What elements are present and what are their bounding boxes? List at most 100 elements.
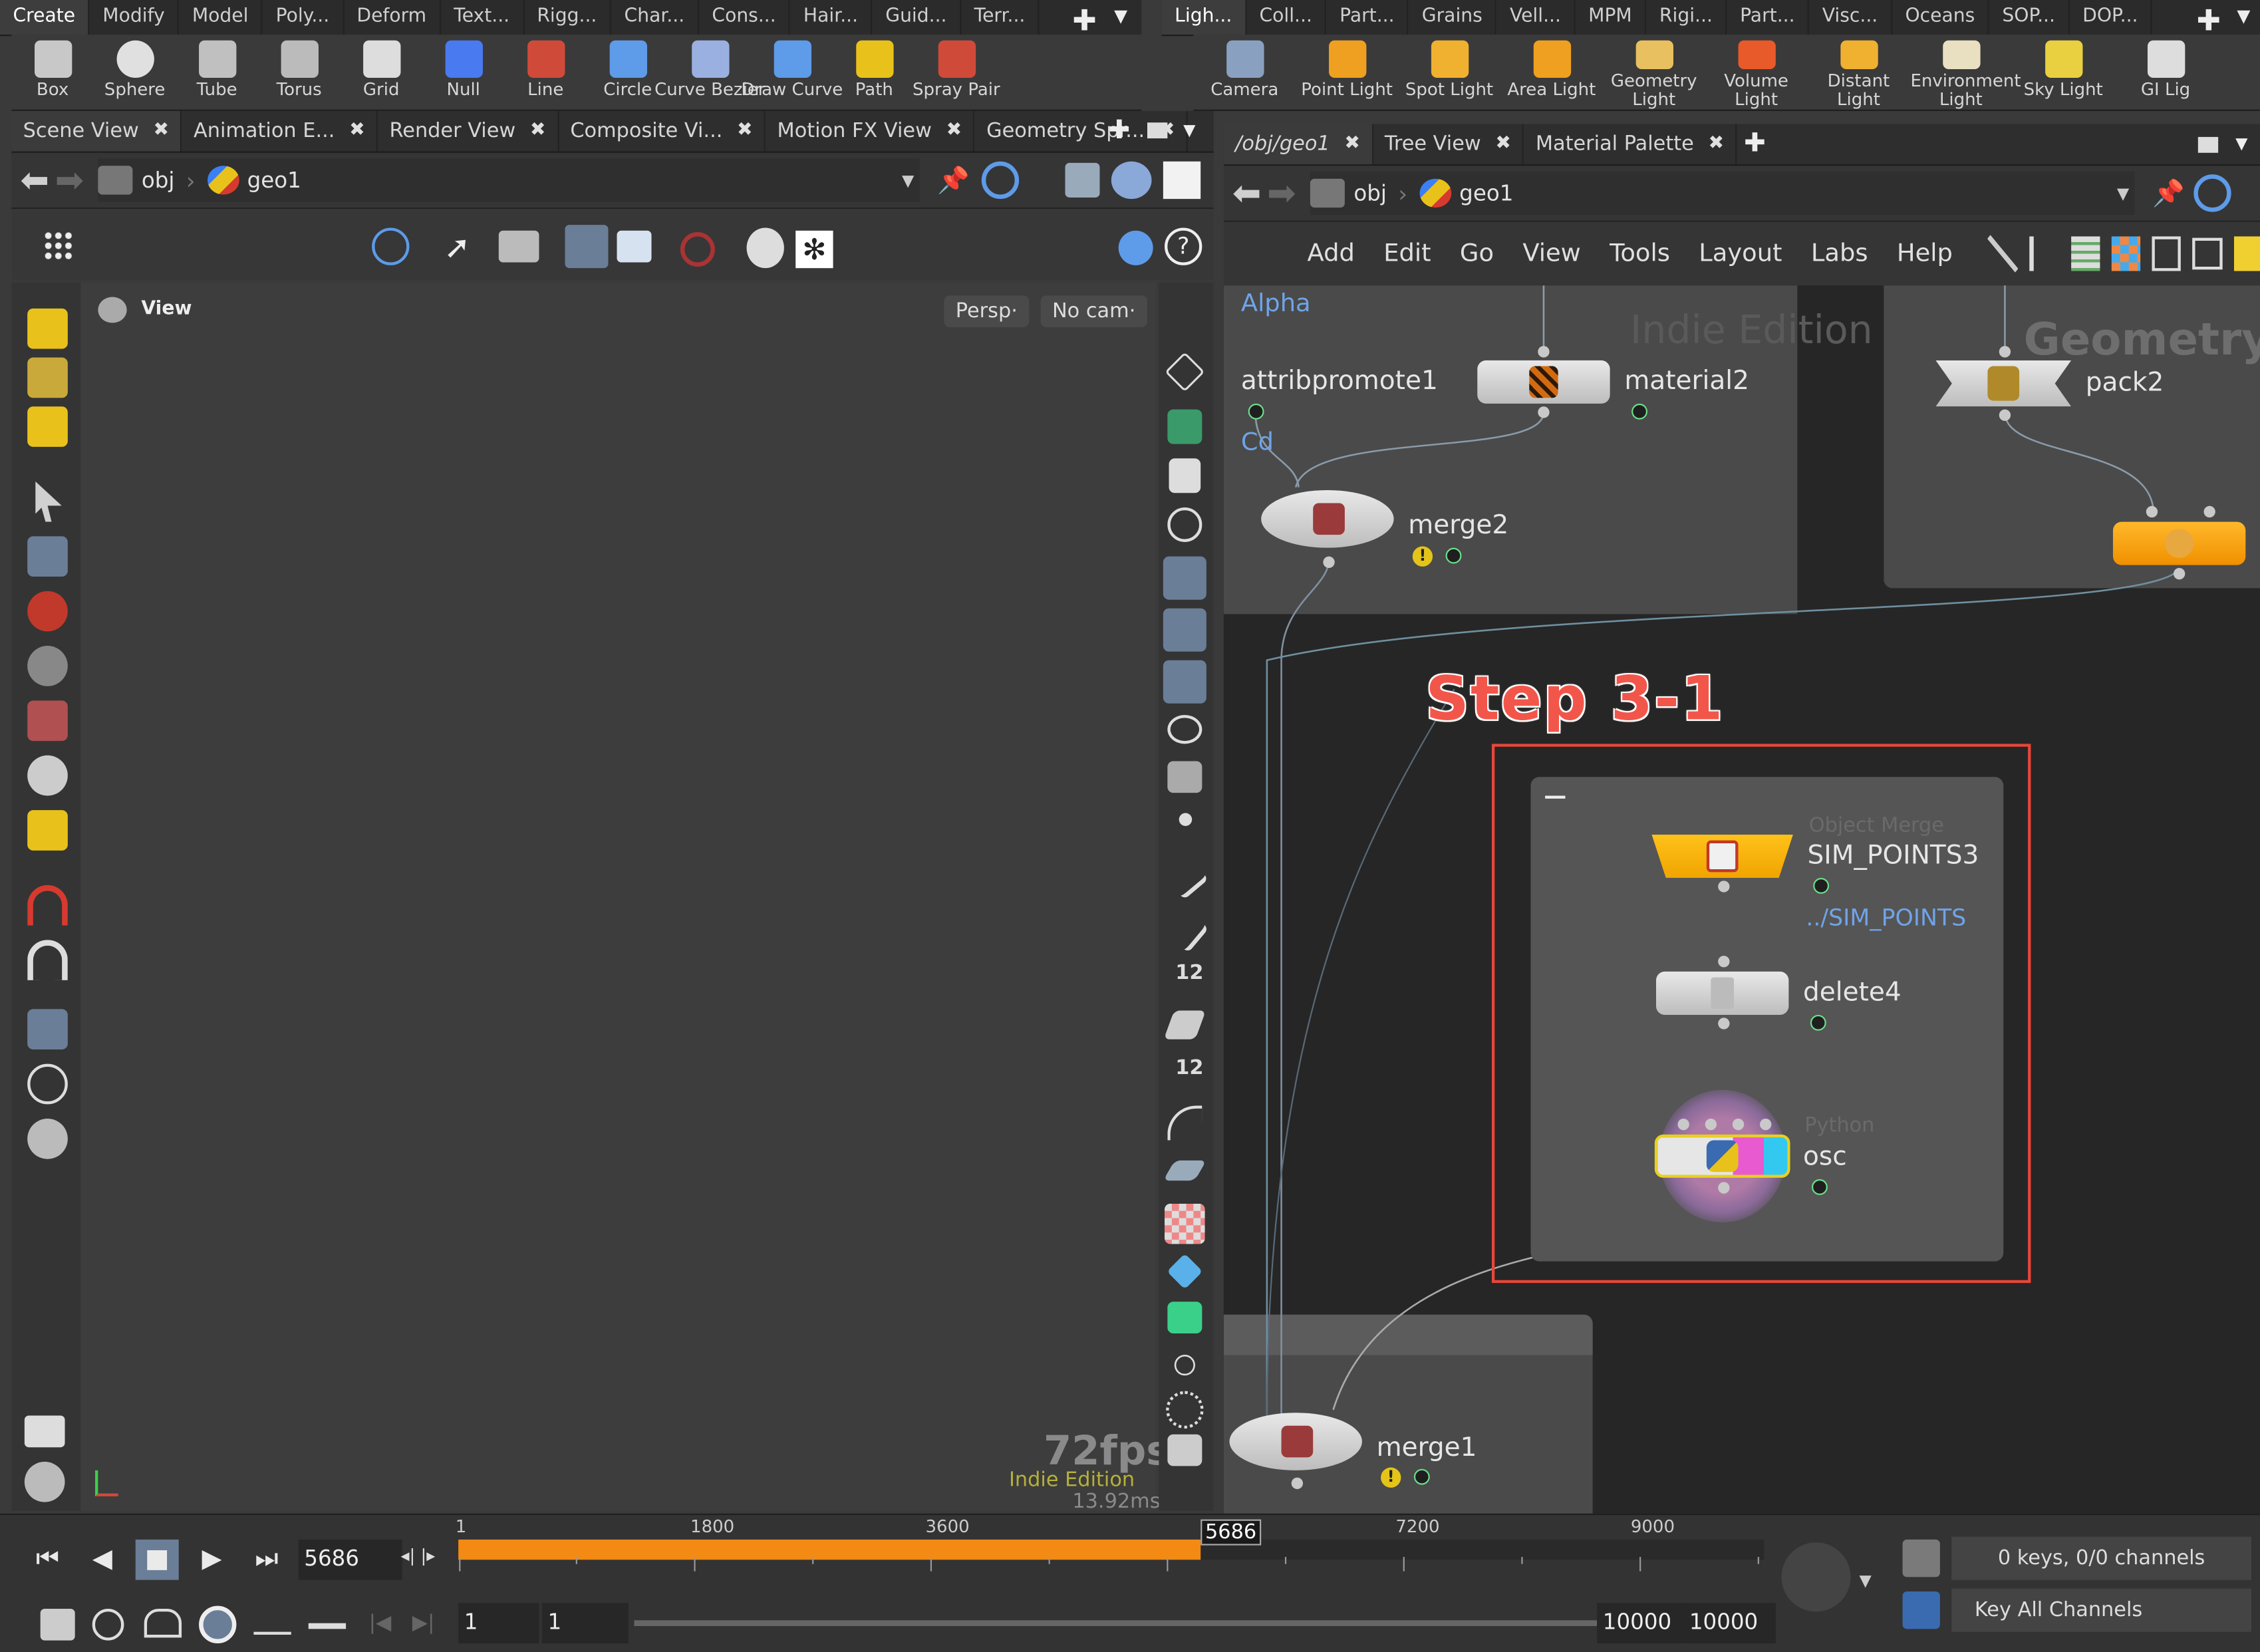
right-shelf-tool-environment-light[interactable]: Environment Light bbox=[1909, 35, 2021, 110]
left-shelf-tab-4[interactable]: Deform bbox=[344, 0, 441, 35]
right-pane-tab-2[interactable]: Material Palette ✖ bbox=[1524, 124, 1737, 165]
right-shelf-tab-4[interactable]: Vell... bbox=[1496, 0, 1576, 35]
collapse-box-icon[interactable] bbox=[1545, 795, 1566, 799]
rotate-tool-icon[interactable] bbox=[27, 646, 68, 686]
merge1-warning-icon[interactable]: ! bbox=[1381, 1467, 1401, 1488]
close-tab-icon[interactable]: ✖ bbox=[153, 120, 169, 152]
grid-view-icon[interactable] bbox=[2151, 236, 2182, 271]
left-shelf-tab-5[interactable]: Text... bbox=[441, 0, 524, 35]
merge1-flag[interactable] bbox=[1413, 1468, 1430, 1485]
attribpromote-flag[interactable] bbox=[1248, 403, 1264, 420]
left-pane-tab-1[interactable]: Animation E... ✖ bbox=[182, 110, 378, 152]
right-shelf-tab-3[interactable]: Grains bbox=[1409, 0, 1497, 35]
delete-output-dot[interactable] bbox=[1718, 1018, 1730, 1030]
lock-icon[interactable] bbox=[1169, 458, 1201, 493]
pose-tool-icon[interactable] bbox=[27, 810, 68, 851]
right-shelf-tool-spot-light[interactable]: Spot Light bbox=[1398, 35, 1500, 110]
menu-layout[interactable]: Layout bbox=[1685, 239, 1797, 268]
left-shelf-tool-torus[interactable]: Torus bbox=[258, 35, 341, 110]
tools-wrench-icon[interactable] bbox=[1987, 235, 2019, 273]
right-shelf-tool-camera[interactable]: Camera bbox=[1193, 35, 1296, 110]
tree-icon[interactable] bbox=[2029, 236, 2057, 271]
right-shelf-tab-2[interactable]: Part... bbox=[1327, 0, 1409, 35]
persp-dropdown[interactable]: Persp· bbox=[944, 295, 1030, 328]
close-tab-icon[interactable]: ✖ bbox=[737, 120, 753, 152]
viewport-grid-menu-icon[interactable] bbox=[43, 230, 75, 263]
osc-flag[interactable] bbox=[1812, 1179, 1828, 1195]
users-icon[interactable] bbox=[1118, 230, 1153, 265]
point-numbers-icon[interactable]: 12 bbox=[1166, 962, 1203, 996]
tumble-icon[interactable] bbox=[372, 227, 410, 265]
orange-node[interactable] bbox=[2112, 521, 2246, 565]
left-shelf-tab-10[interactable]: Guid... bbox=[873, 0, 962, 35]
view-label[interactable]: View bbox=[141, 299, 192, 321]
key-all-channels-button[interactable]: Key All Channels bbox=[1951, 1588, 2251, 1632]
merge1-output-dot[interactable] bbox=[1291, 1477, 1304, 1490]
help-icon[interactable]: ? bbox=[1165, 227, 1202, 265]
range-end2-field[interactable]: 10000 bbox=[1683, 1603, 1776, 1643]
pack-node-label[interactable]: pack2 bbox=[2086, 368, 2164, 398]
window-icon[interactable] bbox=[2192, 237, 2223, 270]
point-icon[interactable] bbox=[1178, 813, 1192, 826]
jump-end-icon[interactable]: ⏭ bbox=[245, 1540, 288, 1580]
display-white-icon[interactable] bbox=[1163, 161, 1201, 200]
light-bulb-icon[interactable] bbox=[1163, 556, 1206, 600]
left-shelf-tab-9[interactable]: Hair... bbox=[790, 0, 873, 35]
right-pane-maximize-icon[interactable] bbox=[2197, 136, 2219, 153]
left-shelf-add-tab[interactable]: ✚ bbox=[1072, 3, 1096, 37]
forward-arrow-icon[interactable]: ➡ bbox=[55, 160, 84, 201]
material-input-dot[interactable] bbox=[1538, 346, 1550, 358]
right-shelf-tool-gi-light[interactable]: GI Lig bbox=[2114, 35, 2217, 110]
scene-viewport[interactable] bbox=[80, 282, 1157, 1511]
primitive-select-icon[interactable] bbox=[27, 357, 68, 398]
left-shelf-tool-line[interactable]: Line bbox=[504, 35, 587, 110]
keys-channels-icon[interactable] bbox=[1902, 1539, 1940, 1578]
pack-output-dot[interactable] bbox=[1999, 409, 2011, 421]
right-shelf-tool-area-light[interactable]: Area Light bbox=[1500, 35, 1603, 110]
right-shelf-tab-8[interactable]: Visc... bbox=[1809, 0, 1892, 35]
net-breadcrumb-geo1[interactable]: geo1 bbox=[1419, 178, 1513, 208]
close-tab-icon[interactable]: ✖ bbox=[1495, 132, 1511, 164]
timeline-scrubber[interactable]: 1 1800 3600 7200 9000 bbox=[456, 1514, 1765, 1572]
left-shelf-tool-box[interactable]: Box bbox=[11, 35, 94, 110]
merge1-node-label[interactable]: merge1 bbox=[1377, 1433, 1477, 1464]
close-tab-icon[interactable]: ✖ bbox=[530, 120, 546, 152]
scale-tool-icon[interactable] bbox=[27, 700, 68, 742]
right-shelf-tab-7[interactable]: Part... bbox=[1727, 0, 1810, 35]
right-shelf-tab-0[interactable]: Ligh... bbox=[1161, 0, 1246, 35]
orange-node-input-dot-1[interactable] bbox=[2146, 505, 2158, 518]
layers-icon[interactable] bbox=[1165, 352, 1205, 392]
right-shelf-tab-10[interactable]: SOP... bbox=[1989, 0, 2070, 35]
merge2-flag[interactable] bbox=[1445, 547, 1462, 564]
key-tool-icon[interactable] bbox=[1781, 1542, 1851, 1612]
uv-diamond-icon[interactable] bbox=[1167, 1253, 1203, 1290]
notes-icon[interactable] bbox=[24, 1415, 65, 1448]
magnet-icon[interactable] bbox=[27, 885, 68, 926]
key-tool-menu-icon[interactable]: ▼ bbox=[1860, 1572, 1872, 1590]
orange-node-output-dot[interactable] bbox=[2173, 568, 2186, 580]
magnet-star-icon[interactable] bbox=[27, 940, 68, 980]
merge2-output-dot[interactable] bbox=[1323, 556, 1335, 569]
left-shelf-menu-icon[interactable]: ▼ bbox=[1114, 6, 1127, 26]
prim-normal-icon[interactable] bbox=[1163, 1010, 1206, 1039]
merge1-node[interactable] bbox=[1229, 1413, 1362, 1470]
pointer-icon[interactable] bbox=[35, 481, 62, 522]
right-shelf-tab-11[interactable]: DOP... bbox=[2070, 0, 2153, 35]
clock-icon[interactable] bbox=[199, 1605, 237, 1643]
left-shelf-tool-draw-curve[interactable]: Draw Curve bbox=[741, 35, 843, 110]
background-icon[interactable] bbox=[1166, 1391, 1204, 1429]
left-shelf-tab-2[interactable]: Model bbox=[179, 0, 263, 35]
step-frame-icon[interactable]: ◂| |▸ bbox=[400, 1546, 435, 1566]
left-shelf-tab-3[interactable]: Poly... bbox=[263, 0, 344, 35]
left-shelf-tab-8[interactable]: Cons... bbox=[699, 0, 791, 35]
network-editor[interactable]: Indie Edition Geometry Alpha Cd attribpr… bbox=[1223, 285, 2260, 1514]
green-grid-icon[interactable] bbox=[1167, 1302, 1202, 1333]
breadcrumb-geo1[interactable]: geo1 bbox=[206, 166, 301, 195]
material-node-label[interactable]: material2 bbox=[1624, 366, 1749, 397]
osc-input-dot-3[interactable] bbox=[1732, 1119, 1745, 1131]
left-shelf-tool-grid[interactable]: Grid bbox=[340, 35, 422, 110]
delete-flag[interactable] bbox=[1810, 1014, 1826, 1031]
left-pane-tab-0[interactable]: Scene View ✖ bbox=[11, 110, 182, 152]
attribpromote-node-label[interactable]: attribpromote1 bbox=[1241, 366, 1438, 397]
left-shelf-tool-sphere[interactable]: Sphere bbox=[94, 35, 176, 110]
